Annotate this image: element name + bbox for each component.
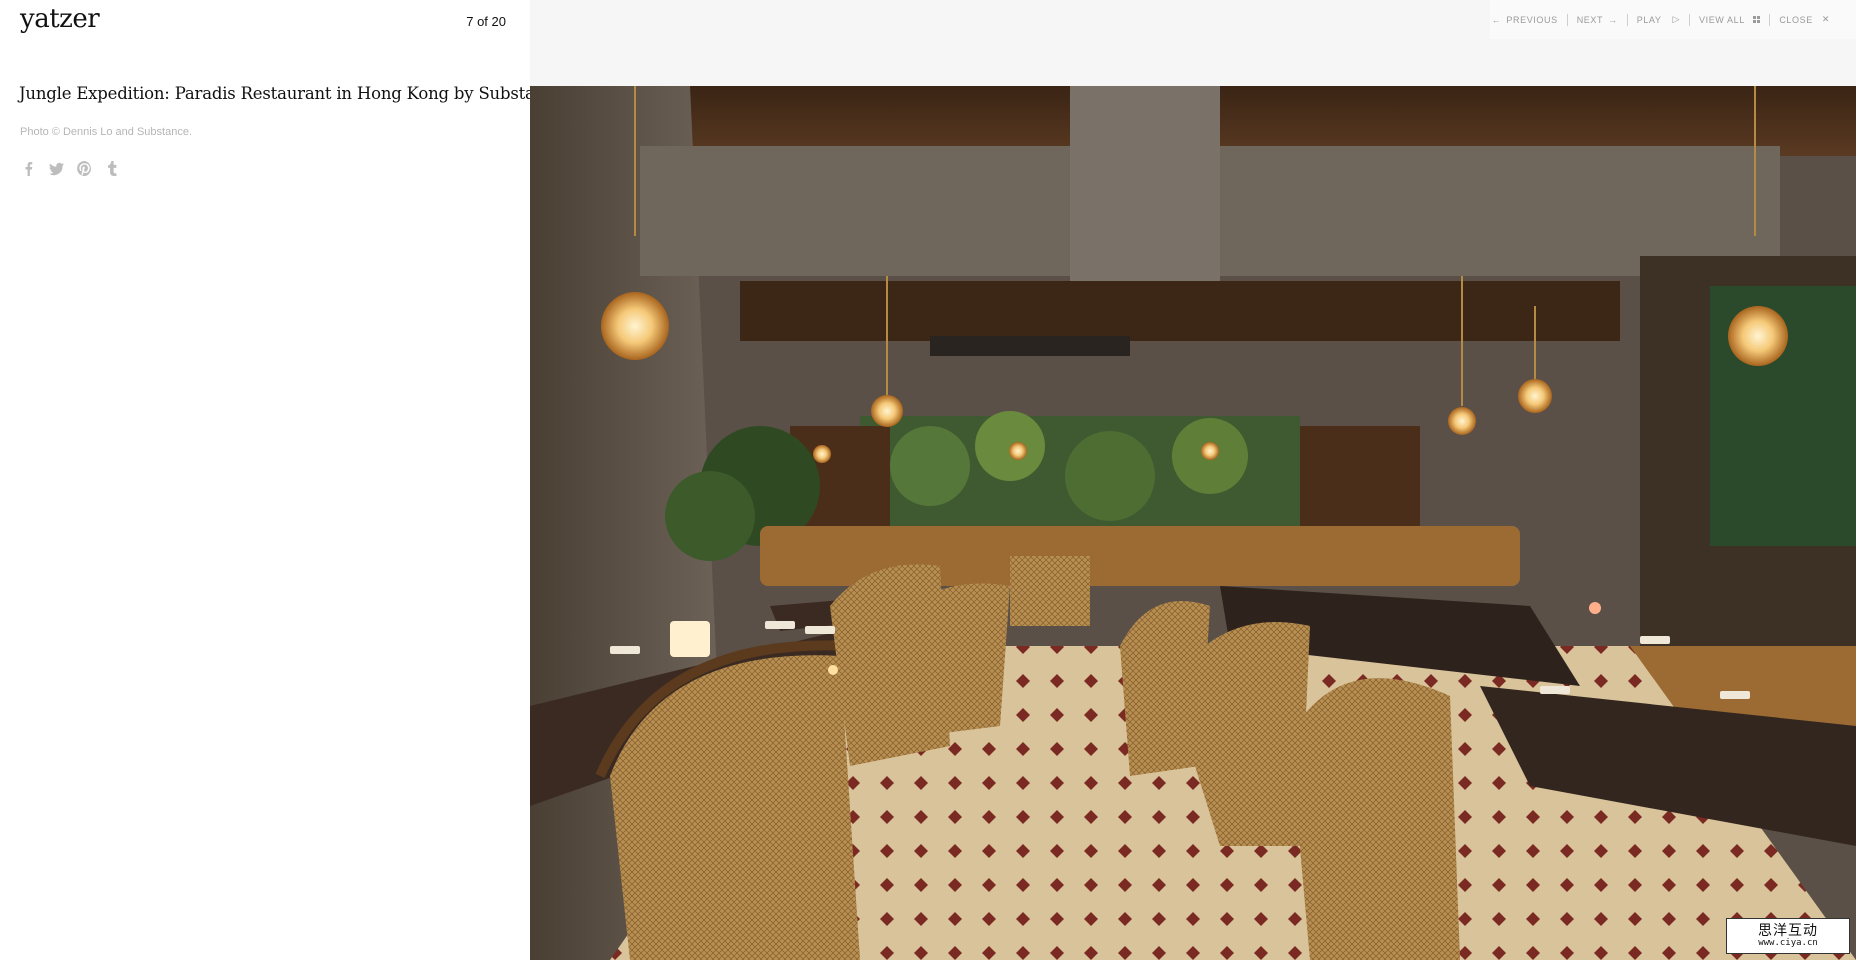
share-icons: [20, 160, 121, 177]
play-icon: ▷: [1672, 14, 1680, 24]
gallery-photo[interactable]: 思洋互动 www.ciya.cn: [530, 86, 1856, 960]
arrow-left-icon: ←: [1491, 14, 1502, 25]
nav-divider: [1566, 13, 1568, 26]
image-counter: 7 of 20: [466, 14, 506, 29]
previous-label: PREVIOUS: [1506, 14, 1558, 25]
facebook-icon[interactable]: [20, 160, 37, 177]
gallery-title: Jungle Expedition: Paradis Restaurant in…: [19, 84, 564, 103]
gallery-nav: ← PREVIOUS NEXT → PLAY ▷ VIEW ALL CLOSE …: [1490, 0, 1856, 39]
watermark-badge: 思洋互动 www.ciya.cn: [1726, 918, 1850, 954]
pinterest-icon[interactable]: [76, 160, 93, 177]
previous-button[interactable]: ← PREVIOUS: [1492, 15, 1558, 25]
nav-divider: [1626, 13, 1628, 26]
tumblr-icon[interactable]: [104, 160, 121, 177]
image-viewer: ← PREVIOUS NEXT → PLAY ▷ VIEW ALL CLOSE …: [530, 0, 1856, 960]
close-icon: ✕: [1821, 14, 1830, 24]
nav-divider: [1689, 13, 1690, 26]
gallery-sidebar: yatzer 7 of 20 Jungle Expedition: Paradi…: [0, 0, 564, 960]
yatzer-logo[interactable]: yatzer: [20, 4, 100, 34]
nav-divider: [1769, 13, 1771, 26]
view-all-button[interactable]: VIEW ALL: [1699, 14, 1761, 25]
photo-credit: Photo © Dennis Lo and Substance.: [20, 126, 192, 138]
next-button[interactable]: NEXT →: [1577, 15, 1618, 25]
play-button[interactable]: PLAY ▷: [1637, 14, 1680, 25]
play-label: PLAY: [1636, 14, 1662, 25]
view-all-label: VIEW ALL: [1699, 14, 1745, 25]
close-label: CLOSE: [1779, 14, 1813, 25]
twitter-icon[interactable]: [48, 160, 65, 177]
watermark-line2: www.ciya.cn: [1758, 937, 1818, 948]
grid-icon: [1752, 15, 1761, 24]
arrow-right-icon: →: [1608, 14, 1618, 25]
next-label: NEXT: [1576, 14, 1604, 25]
close-button[interactable]: CLOSE ✕: [1779, 14, 1830, 25]
restaurant-photo-illustration: [530, 86, 1856, 960]
watermark-line1: 思洋互动: [1758, 922, 1818, 939]
